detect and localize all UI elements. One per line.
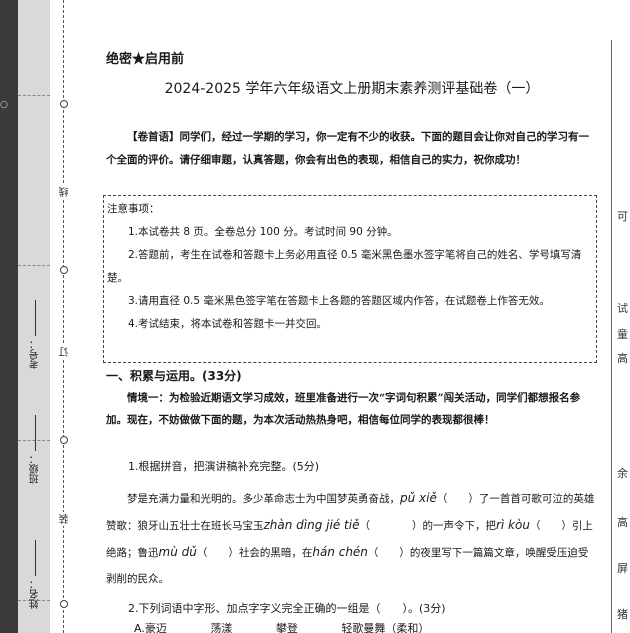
pinyin-prompt: zhàn dìng jié tiě: [263, 518, 360, 532]
notes-heading: 注意事项：: [107, 203, 160, 215]
pinyin-prompt: rì kòu: [495, 518, 530, 532]
next-page-char: 余: [617, 467, 628, 480]
exam-title: 2024-2025 学年六年级语文上册期末素养测评基础卷（一）: [164, 81, 540, 97]
next-page-char: 猪: [617, 608, 628, 621]
cut-mark-bind: 装: [58, 512, 73, 526]
class-blank[interactable]: [35, 415, 37, 451]
next-page-char: 屏: [617, 562, 628, 575]
exam-page: 绝密★启用前 2024-2025 学年六年级语文上册期末素养测评基础卷（一） 【…: [103, 0, 598, 633]
class-label: 班级：: [30, 454, 41, 484]
pinyin-prompt: mù dǔ: [158, 545, 197, 559]
pinyin-passage: 梦是充满力量和光明的。多少革命志士为中国梦英勇奋战，pǔ xiě（ ）了一首首可…: [106, 485, 598, 592]
class-field[interactable]: 班级：: [28, 415, 43, 484]
notes-item: 1.本试卷共 8 页。全卷总分 100 分。考试时间 90 分钟。: [128, 226, 398, 238]
cut-mark-staple: 订: [58, 345, 73, 359]
exam-number-blank[interactable]: [35, 300, 37, 336]
scenario-text: 情境一：为检验近期语文学习成效，班里准备进行一次“字词句积累”闯关活动，同学们都…: [106, 392, 581, 426]
next-page-char: 可: [617, 210, 628, 223]
fold-line: [18, 95, 50, 96]
binding-hole: [60, 436, 68, 444]
notes-item: 4.考试结束，将本试卷和答题卡一并交回。: [128, 318, 328, 330]
binding-margin-dark: ○: [0, 0, 18, 633]
exam-number-label: 考号：: [30, 339, 41, 369]
option-word: A.豪迈: [134, 622, 167, 633]
next-page-char: 童: [617, 328, 628, 341]
answer-blank[interactable]: （ ）社会的黑暗，在: [197, 547, 313, 559]
next-page-border: [611, 40, 612, 633]
option-word: 荡漾: [210, 622, 233, 633]
passage-text: 梦是充满力量和光明的。多少革命志士为中国梦英勇奋战，: [127, 493, 400, 505]
option-word: 轻歌曼舞（柔和）: [341, 622, 430, 633]
secret-mark: 绝密★启用前: [106, 52, 185, 67]
binding-info-area: [50, 0, 80, 633]
next-page-char: 试: [617, 302, 628, 315]
fold-line: [18, 265, 50, 266]
answer-blank[interactable]: （ ）的一声令下，把: [359, 520, 496, 532]
pinyin-prompt: pǔ xiě: [400, 491, 437, 505]
binding-hole: [60, 266, 68, 274]
cut-mark-line: 线: [58, 185, 73, 199]
pinyin-prompt: hán chén: [312, 545, 368, 559]
binding-hole: [60, 600, 68, 608]
question-2-options: A.豪迈 荡漾 攀登 轻歌曼舞（柔和）: [134, 620, 594, 633]
cut-line: [63, 0, 64, 633]
edge-mark: ○: [0, 100, 8, 110]
notes-box: 注意事项： 1.本试卷共 8 页。全卷总分 100 分。考试时间 90 分钟。 …: [103, 195, 597, 363]
exam-number-field[interactable]: 考号：: [28, 300, 43, 369]
name-field[interactable]: 姓名：: [28, 540, 43, 609]
question-1: 1.根据拼音，把演讲稿补充完整。(5分): [128, 460, 320, 473]
section-heading: 一、积累与运用。(33分): [106, 369, 242, 383]
option-word: 攀登: [275, 622, 298, 633]
notes-item: 3.请用直径 0.5 毫米黑色签字笔在答题卡上各题的答题区域内作答，在试题卷上作…: [128, 295, 550, 307]
binding-hole: [60, 100, 68, 108]
next-page-char: 高: [617, 352, 628, 365]
foreword: 【卷首语】同学们，经过一学期的学习，你一定有不少的收获。下面的题目会让你对自己的…: [106, 131, 589, 166]
notes-item: 2.答题前，考生在试卷和答题卡上务必用直径 0.5 毫米黑色墨水签字笔将自己的姓…: [107, 249, 582, 284]
name-blank[interactable]: [35, 540, 37, 576]
name-label: 姓名：: [30, 579, 41, 609]
question-2: 2.下列词语中字形、加点字字义完全正确的一组是（ ）。(3分): [128, 602, 446, 615]
next-page-char: 高: [617, 516, 628, 529]
